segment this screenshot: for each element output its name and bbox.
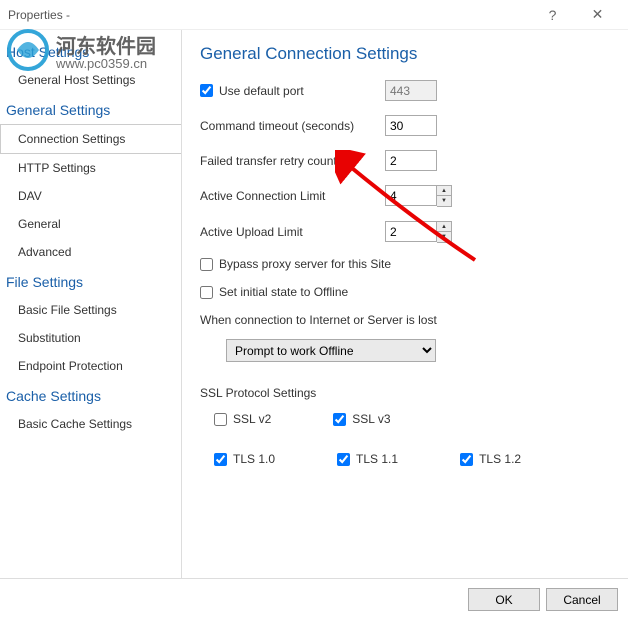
sidebar-header-host: Host Settings <box>0 36 181 66</box>
sidebar-item-connection[interactable]: Connection Settings <box>0 124 182 154</box>
help-button[interactable]: ? <box>530 0 575 30</box>
connection-limit-input[interactable] <box>385 185 437 206</box>
sidebar-item-substitution[interactable]: Substitution <box>0 324 181 352</box>
sidebar-item-basic-cache[interactable]: Basic Cache Settings <box>0 410 181 438</box>
sidebar-item-dav[interactable]: DAV <box>0 182 181 210</box>
use-default-port-checkbox[interactable] <box>200 84 213 97</box>
cancel-button[interactable]: Cancel <box>546 588 618 611</box>
main-panel: General Connection Settings Use default … <box>182 30 628 578</box>
sidebar-item-http[interactable]: HTTP Settings <box>0 154 181 182</box>
sidebar-item-general[interactable]: General <box>0 210 181 238</box>
ssl-header: SSL Protocol Settings <box>200 386 610 400</box>
panel-title: General Connection Settings <box>200 44 610 64</box>
connection-limit-label: Active Connection Limit <box>200 189 385 203</box>
sslv2-label: SSL v2 <box>233 412 271 426</box>
window-title: Properties - <box>8 8 530 22</box>
connection-limit-spinner[interactable]: ▲▼ <box>385 185 452 207</box>
sidebar-item-general-host[interactable]: General Host Settings <box>0 66 181 94</box>
port-input <box>385 80 437 101</box>
sidebar-item-basic-file[interactable]: Basic File Settings <box>0 296 181 324</box>
bypass-proxy-checkbox[interactable] <box>200 258 213 271</box>
retry-count-input[interactable] <box>385 150 437 171</box>
command-timeout-input[interactable] <box>385 115 437 136</box>
spin-down-icon[interactable]: ▼ <box>437 196 451 206</box>
connection-lost-label: When connection to Internet or Server is… <box>200 313 610 327</box>
tls10-label: TLS 1.0 <box>233 452 275 466</box>
initial-offline-checkbox[interactable] <box>200 286 213 299</box>
sslv3-checkbox[interactable] <box>333 413 346 426</box>
command-timeout-label: Command timeout (seconds) <box>200 119 385 133</box>
tls11-label: TLS 1.1 <box>356 452 398 466</box>
spin-up-icon[interactable]: ▲ <box>437 186 451 196</box>
tls12-label: TLS 1.2 <box>479 452 521 466</box>
close-button[interactable]: ✕ <box>575 0 620 30</box>
spin-up-icon[interactable]: ▲ <box>437 222 451 232</box>
sidebar-item-endpoint[interactable]: Endpoint Protection <box>0 352 181 380</box>
tls10-checkbox[interactable] <box>214 453 227 466</box>
sidebar-header-cache: Cache Settings <box>0 380 181 410</box>
spin-down-icon[interactable]: ▼ <box>437 232 451 242</box>
tls12-checkbox[interactable] <box>460 453 473 466</box>
sslv3-label: SSL v3 <box>352 412 390 426</box>
sslv2-checkbox[interactable] <box>214 413 227 426</box>
sidebar-header-file: File Settings <box>0 266 181 296</box>
bypass-proxy-label: Bypass proxy server for this Site <box>219 257 391 271</box>
ok-button[interactable]: OK <box>468 588 540 611</box>
tls11-checkbox[interactable] <box>337 453 350 466</box>
sidebar: Host Settings General Host Settings Gene… <box>0 30 182 578</box>
retry-count-label: Failed transfer retry count: <box>200 154 385 168</box>
initial-offline-label: Set initial state to Offline <box>219 285 348 299</box>
sidebar-item-advanced[interactable]: Advanced <box>0 238 181 266</box>
sidebar-header-general: General Settings <box>0 94 181 124</box>
upload-limit-spinner[interactable]: ▲▼ <box>385 221 452 243</box>
use-default-port-label: Use default port <box>219 84 304 98</box>
upload-limit-input[interactable] <box>385 221 437 242</box>
upload-limit-label: Active Upload Limit <box>200 225 385 239</box>
connection-lost-select[interactable]: Prompt to work Offline <box>226 339 436 362</box>
